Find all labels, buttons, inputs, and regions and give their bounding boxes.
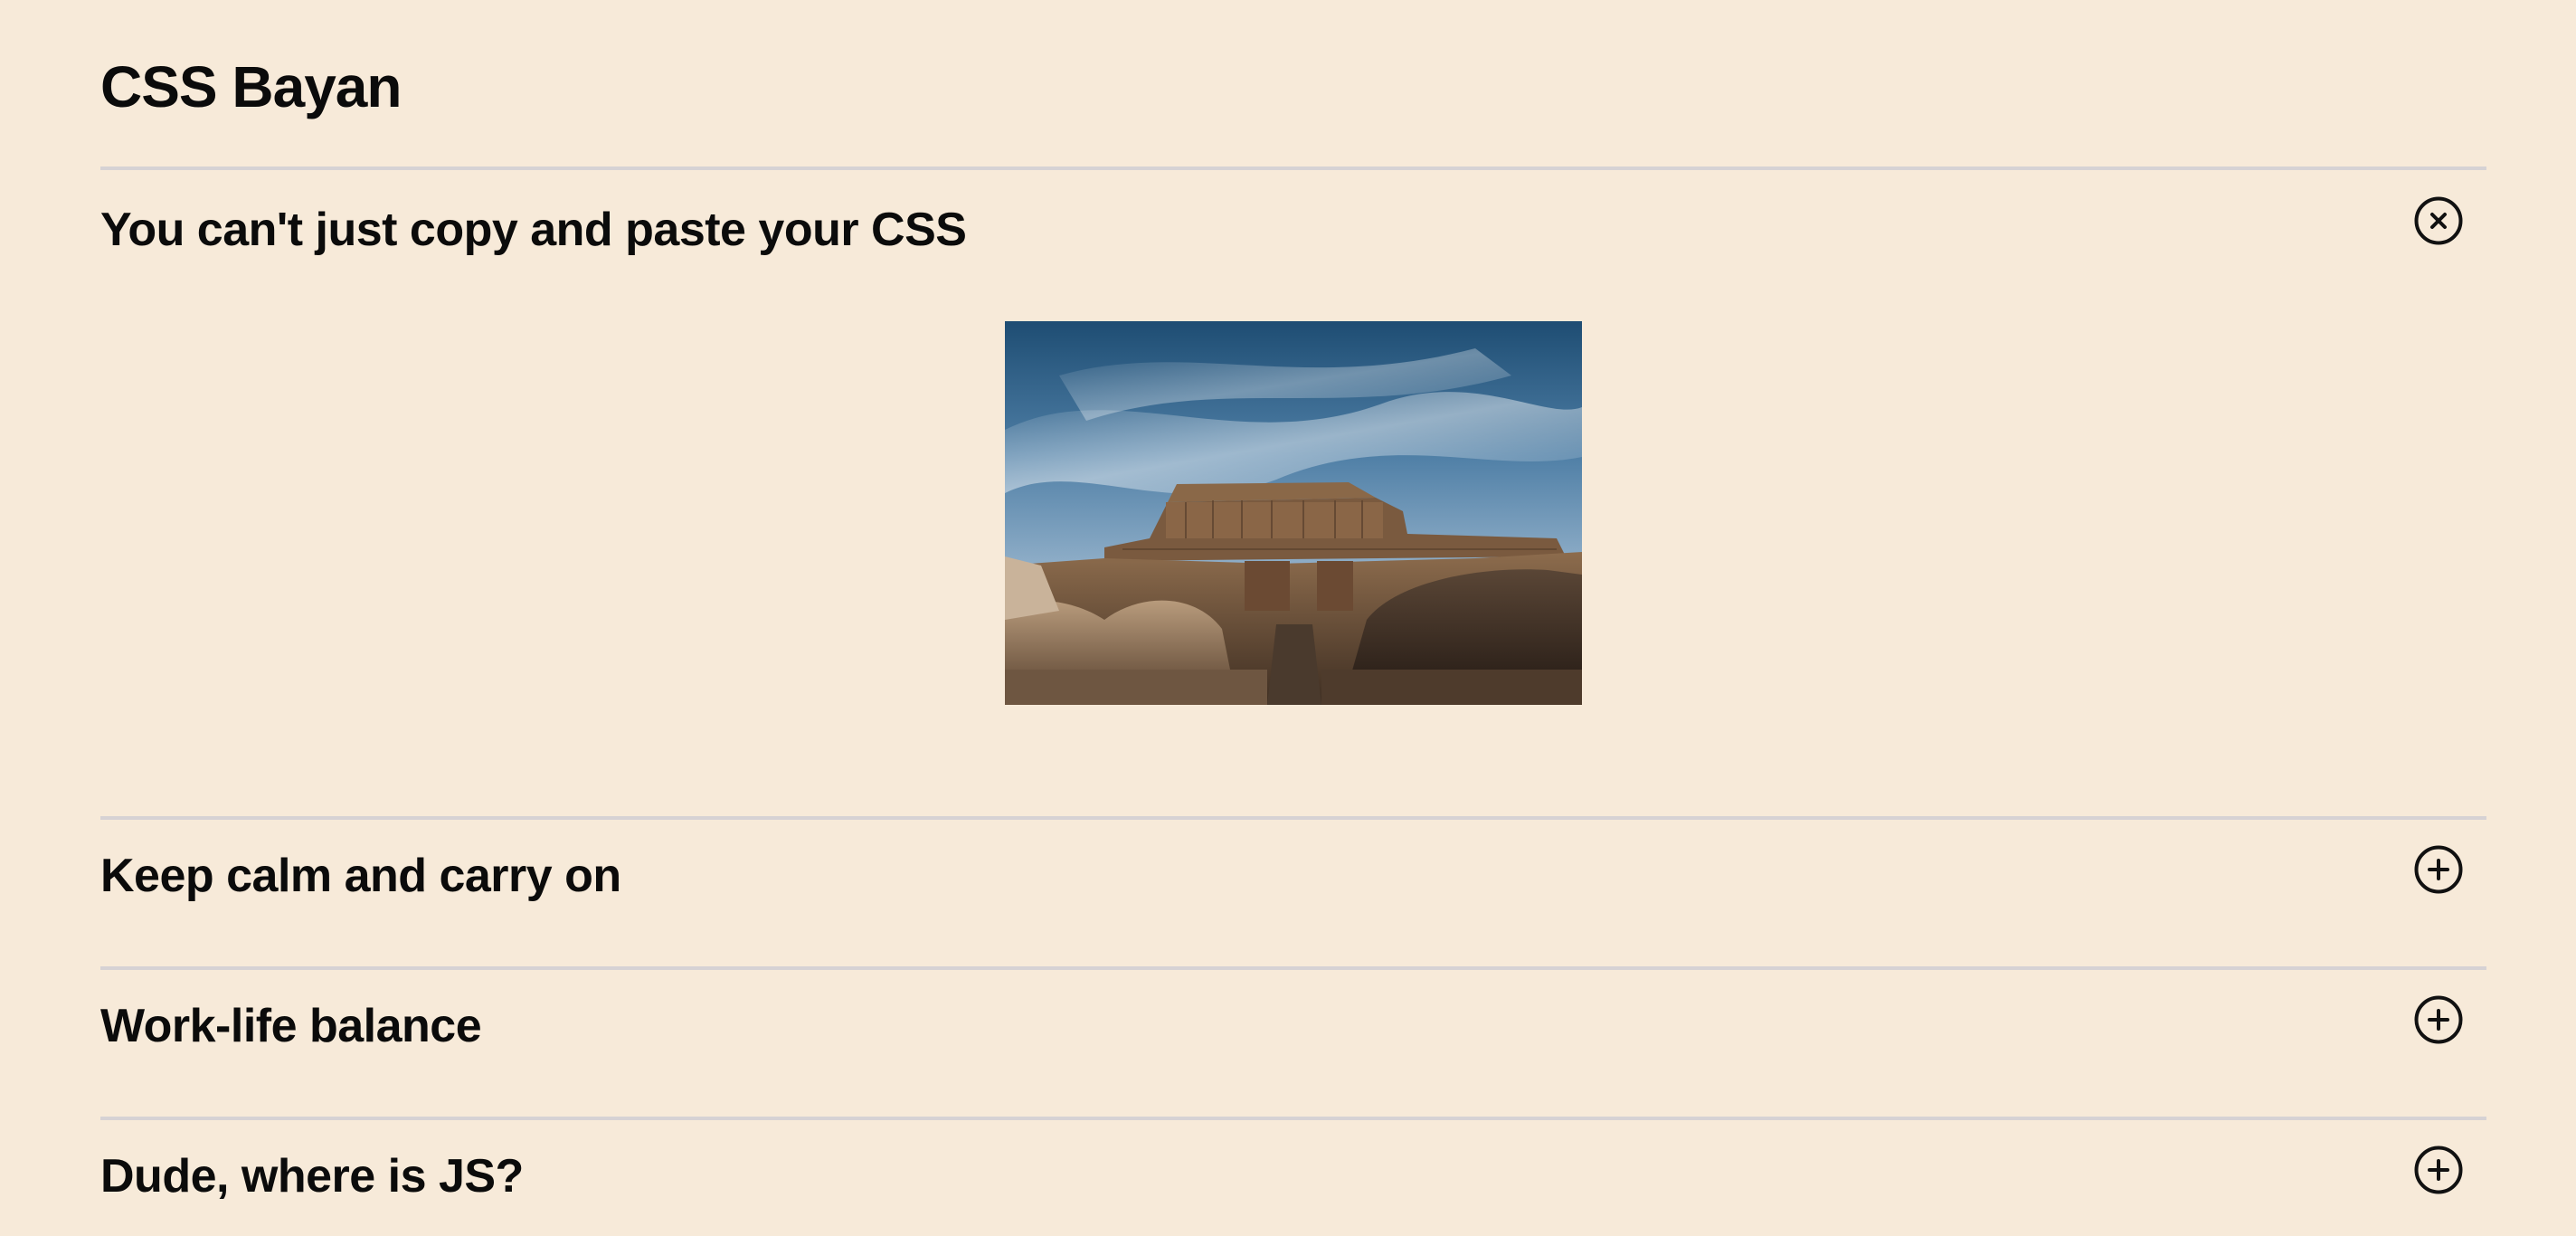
accordion-header[interactable]: Keep calm and carry on (100, 820, 2486, 966)
accordion-item-title: Dude, where is JS? (100, 1150, 524, 1203)
accordion-item: Dude, where is JS? (100, 1120, 2486, 1236)
accordion-panel (100, 284, 2486, 816)
plus-circle-icon[interactable] (2414, 995, 2463, 1044)
page-title: CSS Bayan (100, 54, 402, 119)
accordion-header[interactable]: Work-life balance (100, 970, 2486, 1117)
plus-circle-icon[interactable] (2414, 1146, 2463, 1194)
page: CSS Bayan You can't just copy and paste … (0, 0, 2576, 1236)
accordion-item: You can't just copy and paste your CSS (100, 170, 2486, 816)
accordion-item-title: Keep calm and carry on (100, 850, 621, 902)
plus-circle-icon[interactable] (2414, 845, 2463, 894)
accordion-item: Work-life balance (100, 970, 2486, 1117)
accordion-header[interactable]: Dude, where is JS? (100, 1120, 2486, 1236)
accordion-item: Keep calm and carry on (100, 820, 2486, 966)
ziggurat-photo (1005, 321, 1582, 705)
accordion-header[interactable]: You can't just copy and paste your CSS (100, 170, 2486, 284)
accordion: You can't just copy and paste your CSS K… (100, 166, 2486, 1236)
accordion-item-title: You can't just copy and paste your CSS (100, 204, 967, 256)
accordion-item-title: Work-life balance (100, 1000, 482, 1052)
close-circle-icon[interactable] (2414, 196, 2463, 245)
